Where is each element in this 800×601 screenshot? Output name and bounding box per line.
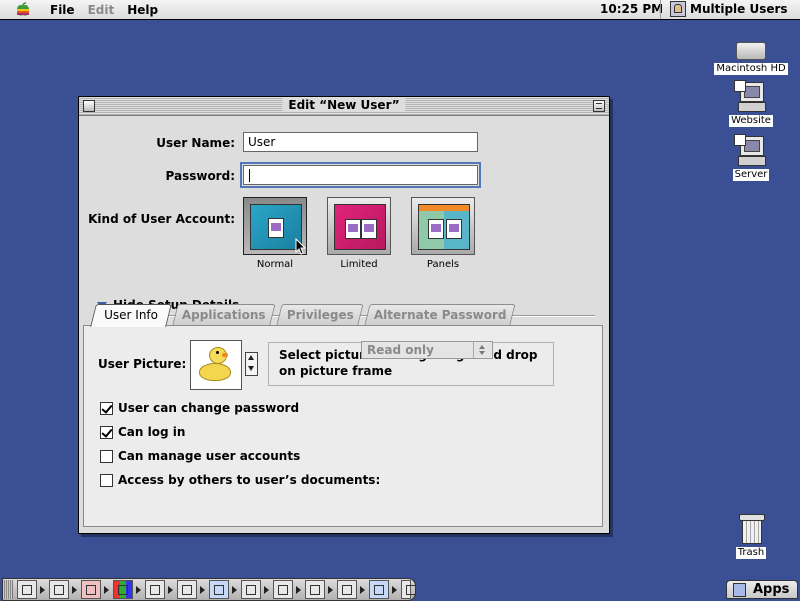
tab-privileges[interactable]: Privileges [276, 304, 364, 325]
limited-account-icon [334, 204, 386, 250]
account-kind-label: Kind of User Account: [88, 212, 235, 226]
desktop-icon-server[interactable]: Server [711, 134, 791, 181]
shared-computer-icon [734, 134, 766, 166]
shared-computer-icon [734, 80, 766, 112]
zoom-box-icon[interactable] [593, 100, 605, 112]
user-name-label: User Name: [156, 136, 235, 150]
file-sharing-strip-icon[interactable] [49, 580, 69, 599]
checkbox-checked-icon[interactable] [100, 425, 113, 439]
picture-stepper[interactable] [245, 352, 258, 376]
applications-icon [733, 582, 746, 597]
desktop-icon-label: Macintosh HD [714, 63, 788, 75]
window-title: Edit “New User” [282, 98, 406, 112]
password-field[interactable] [240, 162, 481, 188]
checkbox-unchecked-icon[interactable] [100, 449, 113, 463]
panels-account-icon [418, 204, 470, 250]
extensions-strip-icon[interactable] [81, 580, 101, 599]
keychain-strip-icon[interactable] [401, 580, 416, 599]
account-kind-limited-label: Limited [340, 259, 378, 270]
checkbox-label: Can manage user accounts [118, 449, 301, 463]
user-name-field[interactable] [243, 132, 478, 152]
tab-user-info[interactable]: User Info [90, 304, 172, 327]
checkbox-label: Access by others to user’s documents: [118, 473, 381, 487]
mouse-pointer-icon [295, 238, 307, 255]
speech-strip-icon[interactable] [273, 580, 293, 599]
edit-user-window: Edit “New User” User Name: Password: Kin… [78, 96, 610, 534]
control-strip [2, 578, 416, 601]
access-by-others-checkbox[interactable]: Access by others to user’s documents: [100, 473, 380, 487]
checkbox-checked-icon[interactable] [100, 401, 113, 415]
application-switcher-label: Apps [753, 582, 790, 597]
menu-edit[interactable]: Edit [88, 3, 115, 17]
application-switcher-tab[interactable]: Apps [726, 580, 798, 599]
checkbox-label: Can log in [118, 425, 186, 439]
application-menu-label: Multiple Users [690, 2, 788, 16]
web-sharing-strip-icon[interactable] [337, 580, 357, 599]
checkbox-unchecked-icon[interactable] [100, 473, 113, 487]
user-setup-section: User Name: Password: Kind of User Accoun… [83, 119, 603, 325]
desktop-icon-label: Website [729, 115, 773, 127]
sound-volume-strip-icon[interactable] [241, 580, 261, 599]
desktop-icon-label: Server [732, 169, 770, 181]
quicktime-strip-icon[interactable] [209, 580, 229, 599]
password-label: Password: [165, 169, 236, 183]
control-strip-handle[interactable] [3, 580, 13, 599]
multiple-users-icon [670, 1, 686, 17]
music-strip-icon[interactable] [369, 580, 389, 599]
user-info-panel: User Picture: Select picture or drag ima… [83, 325, 603, 527]
document-access-popup[interactable]: Read only [361, 341, 493, 359]
location-manager-strip-icon[interactable] [305, 580, 325, 599]
account-kind-panels-button[interactable] [411, 197, 475, 255]
menu-file[interactable]: File [50, 3, 75, 17]
menu-clock[interactable]: 10:25 PM [600, 2, 663, 16]
popup-value: Read only [367, 343, 434, 357]
user-picture-label: User Picture: [98, 357, 187, 371]
trash-icon [739, 514, 765, 544]
can-log-in-checkbox[interactable]: Can log in [100, 425, 185, 439]
desktop-icon-macintosh-hd[interactable]: Macintosh HD [711, 42, 791, 75]
can-manage-user-accounts-checkbox[interactable]: Can manage user accounts [100, 449, 300, 463]
stepper-up-icon[interactable] [248, 355, 254, 360]
hard-drive-icon [736, 42, 766, 60]
tab-alternate-password[interactable]: Alternate Password [364, 304, 516, 325]
apple-menu-icon[interactable] [15, 1, 31, 18]
cd-strip-icon[interactable] [17, 580, 37, 599]
text-cursor [249, 169, 250, 182]
desktop-icon-label: Trash [735, 547, 767, 559]
account-kind-limited-button[interactable] [327, 197, 391, 255]
desktop-icon-website[interactable]: Website [711, 80, 791, 127]
menu-separator [660, 0, 661, 19]
account-kind-panels-label: Panels [426, 259, 460, 270]
user-can-change-password-checkbox[interactable]: User can change password [100, 401, 299, 415]
monitor-depth-strip-icon[interactable] [113, 580, 133, 599]
printer-strip-icon[interactable] [177, 580, 197, 599]
menu-bar: File Edit Help 10:25 PM Multiple Users [0, 0, 800, 20]
popup-arrows-icon [473, 342, 492, 358]
close-box-icon[interactable] [83, 100, 95, 112]
checkbox-label: User can change password [118, 401, 300, 415]
application-menu[interactable]: Multiple Users [670, 1, 788, 17]
account-kind-normal-label: Normal [256, 259, 294, 270]
desktop-icon-trash[interactable]: Trash [711, 514, 791, 559]
menu-help[interactable]: Help [127, 3, 158, 17]
user-picture-frame[interactable] [190, 340, 242, 390]
monitor-resolution-strip-icon[interactable] [145, 580, 165, 599]
tab-applications[interactable]: Applications [172, 304, 276, 325]
window-title-bar[interactable]: Edit “New User” [79, 97, 609, 116]
stepper-down-icon[interactable] [248, 366, 254, 371]
